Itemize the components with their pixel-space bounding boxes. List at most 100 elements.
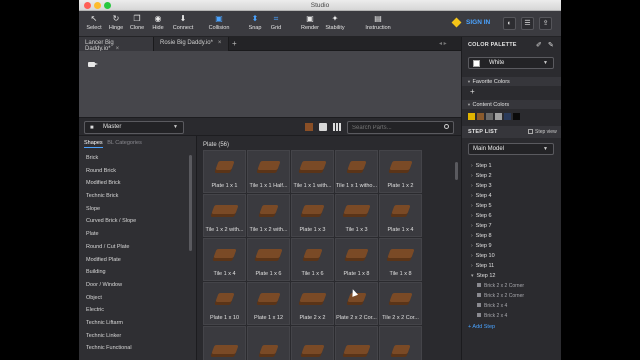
step-item[interactable]: › Step 5 — [462, 202, 561, 212]
tool-snap[interactable]: ⬍ Snap — [246, 14, 264, 31]
model-select[interactable]: Main Model ▼ — [468, 143, 554, 155]
part-tile[interactable] — [247, 326, 290, 360]
search-parts-input[interactable] — [347, 121, 454, 134]
part-tile[interactable]: Plate 1 x 2 — [379, 150, 422, 193]
close-tab-icon[interactable]: × — [218, 40, 222, 46]
tab-nav-arrows-icon[interactable]: ◂ ▸ — [439, 40, 447, 47]
upload-button[interactable]: ⇪ — [539, 17, 552, 30]
eyedropper-icon[interactable]: ✎ — [548, 41, 554, 49]
step-item[interactable]: › Step 9 — [462, 242, 561, 252]
part-tile[interactable]: Tile 1 x 1 with... — [291, 150, 334, 193]
category-item[interactable]: Door / Window — [79, 279, 191, 292]
add-tab-icon[interactable]: + — [232, 39, 237, 48]
chevron-right-icon[interactable]: › — [471, 223, 473, 229]
camera-view-icon[interactable] — [88, 62, 98, 67]
category-item[interactable]: Plate — [79, 228, 191, 241]
part-tile[interactable]: Plate 2 x 2 Cor... — [335, 282, 378, 325]
step-item[interactable]: › Step 4 — [462, 192, 561, 202]
sign-in-link[interactable]: SIGN IN — [466, 19, 490, 26]
tool-stability[interactable]: ✦ Stability — [322, 14, 348, 31]
part-tile[interactable]: Plate 1 x 4 — [379, 194, 422, 237]
tab-shapes[interactable]: Shapes — [84, 140, 103, 148]
color-swatch[interactable] — [513, 113, 520, 120]
category-item[interactable]: Round Brick — [79, 165, 191, 178]
step-item[interactable]: › Step 2 — [462, 172, 561, 182]
category-item[interactable]: Curved Brick / Slope — [79, 215, 191, 228]
color-select[interactable]: White ▼ — [468, 57, 554, 69]
tool-hide[interactable]: ◉ Hide — [150, 14, 166, 31]
part-tile[interactable]: Tile 2 x 2 Cor... — [379, 282, 422, 325]
category-item[interactable]: Object — [79, 292, 191, 305]
category-item[interactable]: Technic Brick — [79, 190, 191, 203]
category-item[interactable]: Technic Linker — [79, 330, 191, 343]
color-swatch[interactable] — [504, 113, 511, 120]
color-swatch[interactable] — [468, 113, 475, 120]
add-step-button[interactable]: + Add Step — [468, 324, 495, 330]
part-tile[interactable]: Tile 1 x 1 witho... — [335, 150, 378, 193]
user-button[interactable]: ◐ — [503, 17, 516, 30]
chevron-right-icon[interactable]: › — [471, 173, 473, 179]
step-view-toggle[interactable]: Step view — [528, 129, 557, 135]
color-swatch[interactable] — [486, 113, 493, 120]
step-item[interactable]: › Step 6 — [462, 212, 561, 222]
chevron-right-icon[interactable]: › — [471, 253, 473, 259]
3d-viewport[interactable] — [79, 51, 461, 117]
category-item[interactable]: Slope — [79, 203, 191, 216]
part-tile[interactable]: Tile 1 x 2 with... — [203, 194, 246, 237]
part-tile[interactable]: Plate 1 x 10 — [203, 282, 246, 325]
part-tile[interactable]: Plate 2 x 2 — [291, 282, 334, 325]
tool-grid[interactable]: ⌗ Grid — [268, 14, 284, 31]
part-tile[interactable]: Tile 1 x 2 with... — [247, 194, 290, 237]
tool-connect[interactable]: ⬇ Connect — [170, 14, 196, 31]
chevron-right-icon[interactable]: › — [471, 193, 473, 199]
paint-roller-icon[interactable]: ✐ — [536, 41, 542, 49]
chevron-right-icon[interactable]: › — [471, 213, 473, 219]
tab-lancer[interactable]: Lancer Big Daddy.io* × — [79, 37, 154, 52]
step-item[interactable]: › Step 10 — [462, 252, 561, 262]
part-tile[interactable]: Plate 1 x 3 — [291, 194, 334, 237]
part-tile[interactable]: Plate 1 x 12 — [247, 282, 290, 325]
category-item[interactable]: Brick — [79, 152, 191, 165]
step-item[interactable]: › Step 11 — [462, 262, 561, 272]
list-view-icon[interactable] — [319, 123, 327, 131]
category-item[interactable]: Modified Plate — [79, 254, 191, 267]
category-item[interactable]: Building — [79, 266, 191, 279]
step-item[interactable]: › Step 7 — [462, 222, 561, 232]
step-item[interactable]: › Step 1 — [462, 162, 561, 172]
part-tile[interactable]: Plate 1 x 1 — [203, 150, 246, 193]
brick-view-icon[interactable] — [305, 123, 313, 131]
step-part-item[interactable]: Brick 2 x 2 Corner — [462, 292, 561, 302]
content-colors-header[interactable]: ▼ Content Colors — [462, 100, 561, 109]
category-item[interactable]: Technic Functional — [79, 342, 191, 355]
step-item[interactable]: › Step 8 — [462, 232, 561, 242]
tab-rosie[interactable]: Rosie Big Daddy.io* × — [154, 37, 229, 51]
parts-scrollbar[interactable] — [455, 162, 458, 180]
tab-bl-categories[interactable]: BL Categories — [107, 140, 142, 146]
chevron-right-icon[interactable]: › — [471, 243, 473, 249]
part-tile[interactable]: Tile 1 x 6 — [291, 238, 334, 281]
part-tile[interactable]: Tile 1 x 3 — [335, 194, 378, 237]
color-swatch[interactable] — [495, 113, 502, 120]
tool-instruction[interactable]: ▤ Instruction — [363, 14, 393, 31]
cart-button[interactable]: ☰ — [521, 17, 534, 30]
chevron-right-icon[interactable]: › — [471, 163, 473, 169]
tool-hinge[interactable]: ↻ Hinge — [106, 14, 126, 31]
part-tile[interactable] — [379, 326, 422, 360]
step-item[interactable]: ▾ Step 12 — [462, 272, 561, 282]
grid-view-icon[interactable] — [333, 123, 341, 131]
part-tile[interactable] — [203, 326, 246, 360]
part-tile[interactable] — [291, 326, 334, 360]
tool-select[interactable]: ↖ Select — [85, 14, 103, 31]
chevron-right-icon[interactable]: › — [471, 233, 473, 239]
tool-collision[interactable]: ▣ Collision — [205, 14, 233, 31]
step-item[interactable]: › Step 3 — [462, 182, 561, 192]
add-favorite-icon[interactable]: + — [470, 87, 475, 96]
chevron-right-icon[interactable]: › — [471, 263, 473, 269]
chevron-right-icon[interactable]: › — [471, 183, 473, 189]
search-icon[interactable] — [444, 124, 449, 129]
tool-clone[interactable]: ❐ Clone — [128, 14, 146, 31]
chevron-right-icon[interactable]: › — [471, 203, 473, 209]
step-part-item[interactable]: Brick 2 x 4 — [462, 302, 561, 312]
palette-select[interactable]: ■ Master ▼ — [84, 121, 184, 134]
part-tile[interactable]: Tile 1 x 1 Half... — [247, 150, 290, 193]
